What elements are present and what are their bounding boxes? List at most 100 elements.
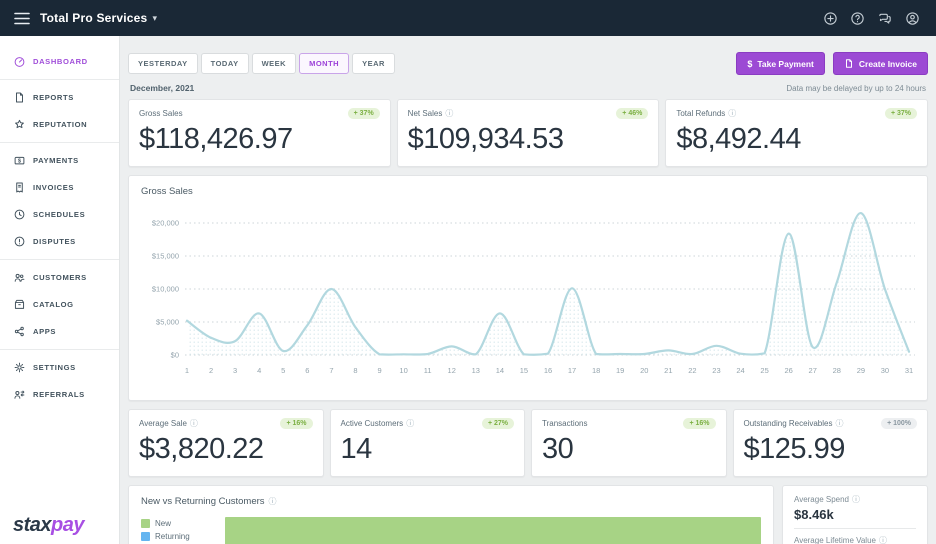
- svg-text:$10,000: $10,000: [152, 285, 179, 294]
- tab-year[interactable]: YEAR: [352, 53, 395, 74]
- change-badge: + 46%: [616, 108, 648, 119]
- svg-text:1: 1: [185, 366, 189, 375]
- svg-text:25: 25: [760, 366, 768, 375]
- svg-text:26: 26: [784, 366, 792, 375]
- legend-item-returning: Returning: [141, 532, 225, 541]
- reputation-icon: [13, 118, 26, 131]
- svg-text:31: 31: [905, 366, 913, 375]
- averages-panel: Average Spend ⓘ $8.46k Average Lifetime …: [782, 485, 928, 544]
- period-label: December, 2021: [130, 83, 194, 93]
- change-badge: + 37%: [348, 108, 380, 119]
- main-content: YESTERDAY TODAY WEEK MONTH YEAR $ Take P…: [120, 36, 936, 544]
- stat-value: $125.99: [744, 433, 918, 466]
- svg-text:6: 6: [305, 366, 309, 375]
- svg-text:28: 28: [833, 366, 841, 375]
- stat-card-active-customers: Active Customersⓘ + 27% 14: [330, 409, 526, 477]
- settings-icon: [13, 361, 26, 374]
- info-icon[interactable]: ⓘ: [879, 537, 887, 544]
- info-icon[interactable]: ⓘ: [852, 496, 860, 504]
- stat-card-average-sale: Average Saleⓘ + 16% $3,820.22: [128, 409, 324, 477]
- returning-swatch: [141, 532, 150, 541]
- sidebar-item-settings[interactable]: SETTINGS: [0, 354, 119, 381]
- customers-icon: [13, 271, 26, 284]
- svg-text:18: 18: [592, 366, 600, 375]
- info-icon[interactable]: ⓘ: [190, 420, 198, 428]
- dashboard-icon: [13, 55, 26, 68]
- staxpay-logo: staxpay: [13, 514, 84, 537]
- svg-text:13: 13: [472, 366, 480, 375]
- sidebar-item-disputes[interactable]: DISPUTES: [0, 228, 119, 255]
- sidebar-divider: [0, 142, 119, 143]
- stat-value: $3,820.22: [139, 433, 313, 466]
- svg-text:27: 27: [809, 366, 817, 375]
- stat-value: 14: [341, 433, 515, 466]
- svg-text:23: 23: [712, 366, 720, 375]
- sidebar-item-payments[interactable]: $ PAYMENTS: [0, 147, 119, 174]
- sidebar-item-reputation[interactable]: REPUTATION: [0, 111, 119, 138]
- invoices-icon: [13, 181, 26, 194]
- svg-text:29: 29: [857, 366, 865, 375]
- info-icon[interactable]: ⓘ: [406, 420, 414, 428]
- stat-card-net-sales: Net Salesⓘ + 46% $109,934.53: [397, 99, 660, 167]
- customers-legend: New Returning: [141, 517, 225, 544]
- sidebar-item-apps[interactable]: APPS: [0, 318, 119, 345]
- svg-text:$15,000: $15,000: [152, 252, 179, 261]
- change-badge: + 27%: [482, 418, 514, 429]
- stat-card-transactions: Transactions + 16% 30: [531, 409, 727, 477]
- menu-icon[interactable]: [14, 12, 30, 25]
- new-vs-returning-card: New vs Returning Customers ⓘ New Returni…: [128, 485, 774, 544]
- change-badge: + 16%: [280, 418, 312, 429]
- svg-text:12: 12: [448, 366, 456, 375]
- average-lifetime-value-label: Average Lifetime Value: [794, 536, 876, 544]
- info-icon[interactable]: ⓘ: [445, 110, 453, 118]
- app-root: Total Pro Services ▾ DASHBOARD: [0, 0, 936, 544]
- svg-text:7: 7: [329, 366, 333, 375]
- svg-text:15: 15: [520, 366, 528, 375]
- stat-card-total-refunds: Total Refundsⓘ + 37% $8,492.44: [665, 99, 928, 167]
- create-invoice-button[interactable]: Create Invoice: [833, 52, 928, 75]
- sidebar-divider: [0, 79, 119, 80]
- referrals-icon: [13, 388, 26, 401]
- svg-text:14: 14: [496, 366, 504, 375]
- change-badge: + 16%: [683, 418, 715, 429]
- disputes-icon: [13, 235, 26, 248]
- tab-week[interactable]: WEEK: [252, 53, 297, 74]
- org-switcher[interactable]: Total Pro Services ▾: [40, 11, 157, 25]
- sidebar-item-dashboard[interactable]: DASHBOARD: [0, 48, 119, 75]
- svg-text:5: 5: [281, 366, 285, 375]
- reports-icon: [13, 91, 26, 104]
- info-icon[interactable]: ⓘ: [728, 110, 736, 118]
- tab-yesterday[interactable]: YESTERDAY: [128, 53, 198, 74]
- stat-value: 30: [542, 433, 716, 466]
- info-icon[interactable]: ⓘ: [835, 420, 843, 428]
- tab-today[interactable]: TODAY: [201, 53, 249, 74]
- average-spend-label: Average Spend: [794, 495, 849, 504]
- svg-text:$0: $0: [171, 351, 179, 360]
- stat-value: $8,492.44: [676, 123, 917, 156]
- svg-text:$: $: [18, 158, 21, 164]
- sidebar-item-catalog[interactable]: CATALOG: [0, 291, 119, 318]
- svg-text:24: 24: [736, 366, 744, 375]
- svg-text:17: 17: [568, 366, 576, 375]
- chart-title: Gross Sales: [141, 186, 915, 197]
- sidebar-item-invoices[interactable]: INVOICES: [0, 174, 119, 201]
- help-icon[interactable]: [850, 11, 865, 26]
- info-icon[interactable]: ⓘ: [269, 498, 277, 506]
- stat-value: $118,426.97: [139, 123, 380, 156]
- change-badge: + 100%: [881, 418, 917, 429]
- add-circle-icon[interactable]: [823, 11, 838, 26]
- svg-text:19: 19: [616, 366, 624, 375]
- svg-text:30: 30: [881, 366, 889, 375]
- svg-text:9: 9: [377, 366, 381, 375]
- sidebar-item-reports[interactable]: REPORTS: [0, 84, 119, 111]
- new-customers-bar: [225, 517, 761, 544]
- sidebar-item-referrals[interactable]: REFERRALS: [0, 381, 119, 408]
- data-delay-note: Data may be delayed by up to 24 hours: [786, 84, 926, 93]
- account-icon[interactable]: [905, 11, 920, 26]
- svg-text:22: 22: [688, 366, 696, 375]
- take-payment-button[interactable]: $ Take Payment: [736, 52, 825, 75]
- sidebar-item-customers[interactable]: CUSTOMERS: [0, 264, 119, 291]
- tab-month[interactable]: MONTH: [299, 53, 349, 74]
- messages-icon[interactable]: [877, 11, 893, 26]
- sidebar-item-schedules[interactable]: SCHEDULES: [0, 201, 119, 228]
